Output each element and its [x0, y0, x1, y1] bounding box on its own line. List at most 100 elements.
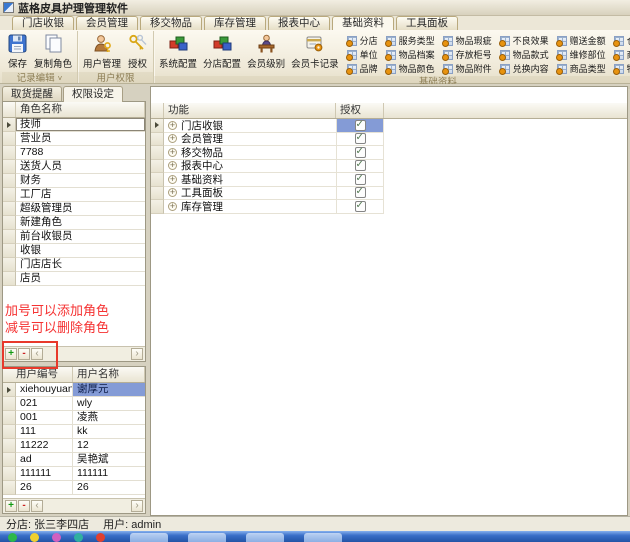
roles-column-header[interactable]: 角色名称	[16, 102, 145, 117]
user-id-cell[interactable]: xiehouyuan	[16, 383, 73, 397]
branch-config-button[interactable]: 分店配置	[200, 32, 244, 71]
ribbon-tab[interactable]: 基础资料	[332, 16, 394, 30]
authorize-cell[interactable]	[336, 160, 384, 174]
small-item-button[interactable]: 兑换内容	[500, 62, 549, 75]
user-name-cell[interactable]: 吴艳斌	[73, 453, 145, 467]
user-id-cell[interactable]: 111	[16, 425, 73, 439]
role-name-cell[interactable]: 门店店长	[16, 258, 145, 272]
taskbar-window-button[interactable]	[304, 533, 342, 542]
authorize-cell[interactable]	[336, 119, 384, 133]
authorize-column-header[interactable]: 授权	[336, 103, 384, 118]
authorize-checkbox[interactable]	[355, 160, 366, 171]
user-row[interactable]: 2626	[3, 481, 145, 495]
user-name-cell[interactable]: 111111	[73, 467, 145, 481]
role-row[interactable]: 工厂店	[3, 188, 145, 202]
authorize-checkbox[interactable]	[355, 147, 366, 158]
role-row[interactable]: 技师	[3, 118, 145, 132]
user-row[interactable]: 001凌燕	[3, 411, 145, 425]
expand-node-icon[interactable]: +	[168, 188, 177, 197]
user-name-cell[interactable]: kk	[73, 425, 145, 439]
user-manage-button[interactable]: 用户管理	[80, 32, 124, 71]
authorize-cell[interactable]	[336, 173, 384, 187]
authorize-cell[interactable]	[336, 187, 384, 201]
scroll-left-button[interactable]: ‹	[31, 500, 43, 512]
user-row[interactable]: ad吴艳斌	[3, 453, 145, 467]
user-row[interactable]: xiehouyuan谢厚元	[3, 383, 145, 397]
user-row[interactable]: 111kk	[3, 425, 145, 439]
role-name-cell[interactable]: 营业员	[16, 132, 145, 146]
system-config-button[interactable]: 系统配置	[156, 32, 200, 71]
taskbar-window-button[interactable]	[188, 533, 226, 542]
small-item-button[interactable]: 品牌	[347, 62, 378, 75]
save-button[interactable]: 保存	[4, 32, 31, 71]
small-item-button[interactable]: 物品档案	[386, 48, 435, 61]
expand-node-icon[interactable]: +	[168, 175, 177, 184]
user-id-cell[interactable]: 001	[16, 411, 73, 425]
role-row[interactable]: 收银	[3, 244, 145, 258]
small-item-button[interactable]: 存放柜号	[443, 48, 492, 61]
small-item-button[interactable]: 商品信息	[614, 48, 630, 61]
role-name-cell[interactable]: 工厂店	[16, 188, 145, 202]
copy-role-button[interactable]: 复制角色	[31, 32, 75, 71]
role-name-cell[interactable]: 前台收银员	[16, 230, 145, 244]
role-name-cell[interactable]: 送货人员	[16, 160, 145, 174]
authorize-checkbox[interactable]	[355, 133, 366, 144]
authorize-cell[interactable]	[336, 200, 384, 214]
role-row[interactable]: 7788	[3, 146, 145, 160]
ribbon-tab[interactable]: 库存管理	[204, 16, 266, 30]
user-name-cell[interactable]: wly	[73, 397, 145, 411]
expand-node-icon[interactable]: +	[168, 148, 177, 157]
user-name-cell[interactable]: 26	[73, 481, 145, 495]
user-row[interactable]: 1122212	[3, 439, 145, 453]
small-item-button[interactable]: 服务类型	[386, 34, 435, 47]
small-item-button[interactable]: 商品类型	[557, 62, 606, 75]
role-name-cell[interactable]: 财务	[16, 174, 145, 188]
member-card-record-button[interactable]: 会员卡记录	[288, 32, 342, 71]
role-row[interactable]: 超级管理员	[3, 202, 145, 216]
function-column-header[interactable]: 功能	[164, 103, 336, 118]
taskbar-icon[interactable]	[96, 533, 105, 542]
user-name-cell[interactable]: 凌燕	[73, 411, 145, 425]
remove-user-button[interactable]: -	[18, 500, 30, 512]
role-row[interactable]: 送货人员	[3, 160, 145, 174]
role-name-cell[interactable]: 新建角色	[16, 216, 145, 230]
permission-row[interactable]: +库存管理	[151, 200, 627, 214]
ribbon-tab[interactable]: 移交物品	[140, 16, 202, 30]
scroll-right-button[interactable]: ›	[131, 500, 143, 512]
ribbon-tab[interactable]: 会员管理	[76, 16, 138, 30]
taskbar-icon[interactable]	[30, 533, 39, 542]
user-id-cell[interactable]: 021	[16, 397, 73, 411]
small-item-button[interactable]: 单位	[347, 48, 378, 61]
authorize-cell[interactable]	[336, 146, 384, 160]
taskbar-icon[interactable]	[74, 533, 83, 542]
small-item-button[interactable]: 分店	[347, 34, 378, 47]
taskbar-window-button[interactable]	[246, 533, 284, 542]
small-item-button[interactable]: 物品颜色	[386, 62, 435, 75]
ribbon-tab[interactable]: 报表中心	[268, 16, 330, 30]
user-id-cell[interactable]: ad	[16, 453, 73, 467]
user-name-cell[interactable]: 谢厚元	[73, 383, 145, 397]
authorize-checkbox[interactable]	[355, 187, 366, 198]
function-cell[interactable]: +库存管理	[164, 200, 336, 214]
authorize-checkbox[interactable]	[355, 201, 366, 212]
role-row[interactable]: 新建角色	[3, 216, 145, 230]
taskbar-window-button[interactable]	[130, 533, 168, 542]
panel-tab[interactable]: 取货提醒	[2, 86, 62, 102]
user-name-column-header[interactable]: 用户名称	[73, 367, 145, 382]
role-row[interactable]: 营业员	[3, 132, 145, 146]
add-user-button[interactable]: +	[5, 500, 17, 512]
small-item-button[interactable]: 物料信息	[614, 62, 630, 75]
panel-tab[interactable]: 权限设定	[63, 86, 123, 102]
role-name-cell[interactable]: 店员	[16, 272, 145, 286]
member-level-button[interactable]: 会员级别	[244, 32, 288, 71]
expand-node-icon[interactable]: +	[168, 134, 177, 143]
user-name-cell[interactable]: 12	[73, 439, 145, 453]
scroll-right-button[interactable]: ›	[131, 348, 143, 360]
authorize-button[interactable]: 授权	[124, 32, 151, 71]
role-name-cell[interactable]: 技师	[16, 118, 145, 132]
role-row[interactable]: 门店店长	[3, 258, 145, 272]
expand-node-icon[interactable]: +	[168, 202, 177, 211]
role-row[interactable]: 财务	[3, 174, 145, 188]
small-item-button[interactable]: 不良效果	[500, 34, 549, 47]
user-id-cell[interactable]: 111111	[16, 467, 73, 481]
